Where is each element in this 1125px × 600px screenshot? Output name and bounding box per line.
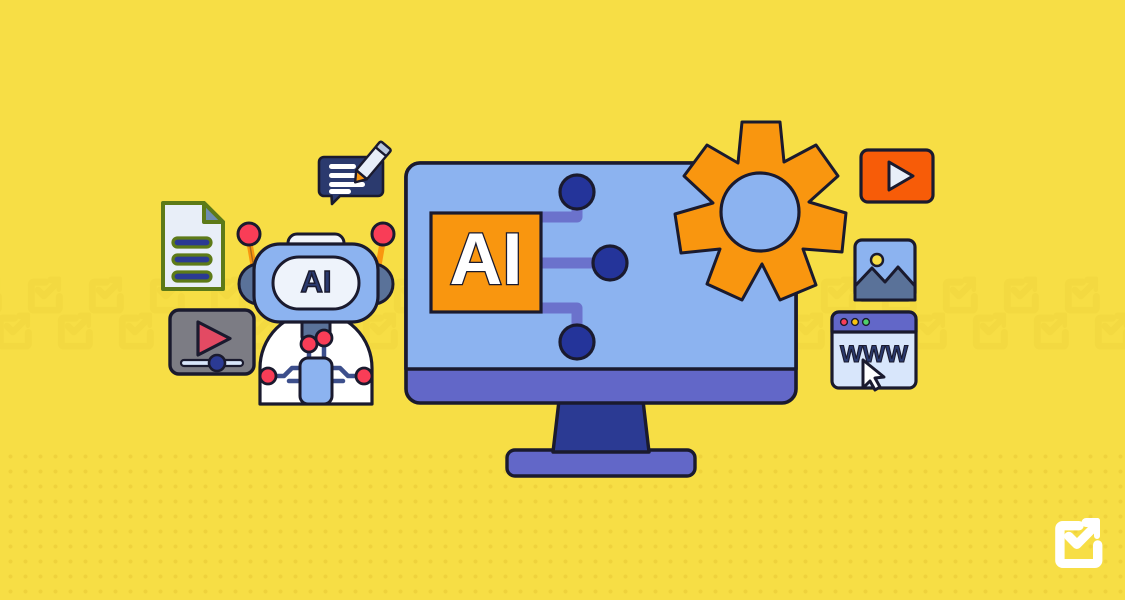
play-button-icon[interactable]: Play video xyxy=(859,148,935,204)
brand-logo[interactable]: Checkbox arrow logo xyxy=(1046,512,1108,574)
watermark-check-icon xyxy=(0,308,36,354)
speech-bubble-pencil-icon[interactable]: Copywriting xyxy=(317,140,392,206)
browser-www-icon[interactable]: WWW WWW xyxy=(830,310,918,392)
settings-gear[interactable] xyxy=(670,118,850,303)
document-icon[interactable]: Document xyxy=(160,200,226,292)
monitor-chip-label: AI xyxy=(450,219,523,300)
robot-head-label: AI xyxy=(301,264,332,299)
watermark-check-icon xyxy=(1088,308,1125,354)
image-icon[interactable]: Image xyxy=(853,238,917,302)
watermark-check-icon xyxy=(51,308,97,354)
browser-www-text: WWW xyxy=(840,341,908,368)
illustration-canvas: Document Copywriting Video player xyxy=(0,0,1125,600)
watermark-check-icon xyxy=(966,308,1012,354)
watermark-check-icon xyxy=(1027,308,1073,354)
watermark-check-icon xyxy=(112,308,158,354)
ai-robot[interactable]: AI AI xyxy=(232,218,400,406)
